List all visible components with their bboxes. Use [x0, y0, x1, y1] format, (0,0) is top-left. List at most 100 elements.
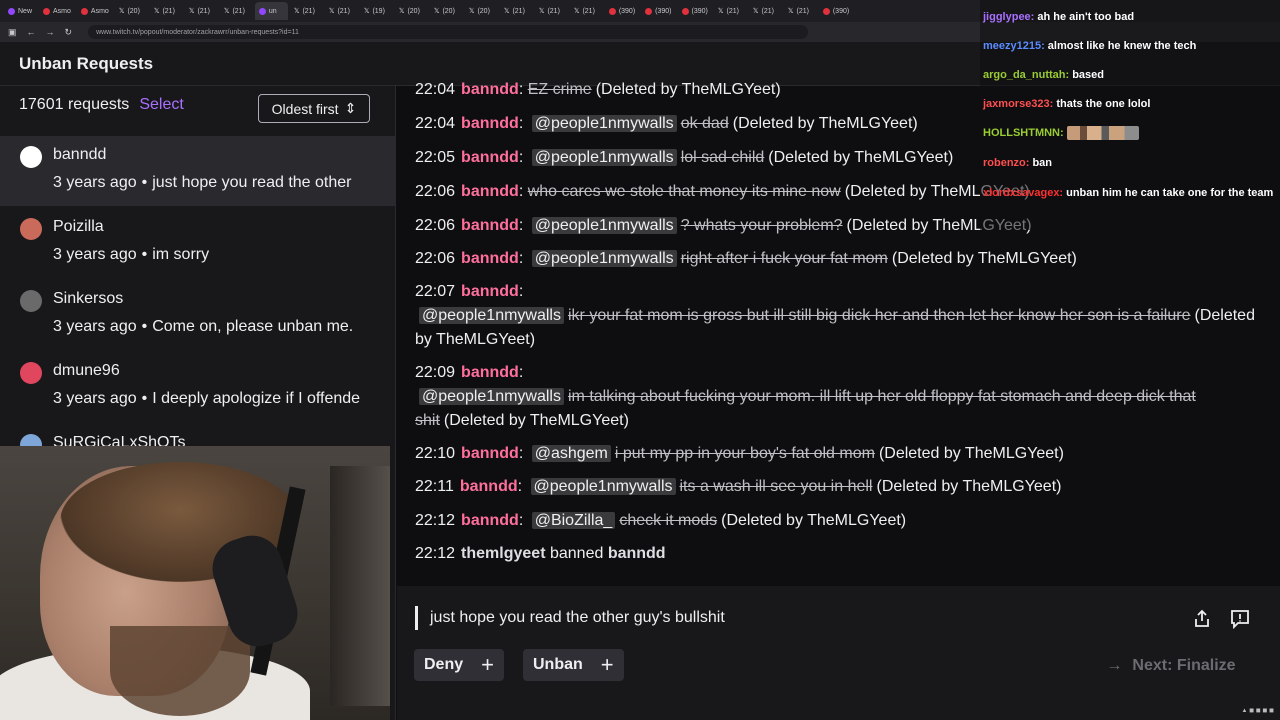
- request-list-item[interactable]: dmune96 3 years ago • I deeply apologize if…: [0, 352, 396, 422]
- browser-tab[interactable]: 𝕏 (20): [115, 2, 148, 20]
- twitch-icon: [258, 7, 266, 15]
- browser-tab[interactable]: 𝕏 (19): [360, 2, 393, 20]
- request-list-item[interactable]: Sinkersos 3 years ago • Come on, please unb…: [0, 280, 396, 350]
- ban-action: banned: [549, 545, 604, 562]
- deleted-by-note: (Deleted by TheMLGYeet): [443, 412, 629, 429]
- chat-line: 22:06 banndd: who cares we stole that mon…: [415, 180, 1030, 204]
- browser-tab[interactable]: 𝕏 (21): [714, 2, 747, 20]
- x-icon: 𝕏: [398, 8, 405, 15]
- ban-moderator[interactable]: themlgyeet: [461, 545, 545, 562]
- unban-button[interactable]: Unban +: [523, 649, 624, 681]
- chat-timestamp: 22:12: [415, 545, 456, 562]
- avatar: [20, 218, 42, 240]
- chat-username[interactable]: banndd: [461, 445, 519, 462]
- chat-username[interactable]: banndd: [461, 217, 519, 234]
- overlay-chat-text: based: [1072, 69, 1104, 81]
- browser-tab[interactable]: (390): [641, 2, 675, 20]
- request-list-item[interactable]: Poizilla 3 years ago • im sorry: [0, 208, 396, 278]
- sort-dropdown[interactable]: Oldest first ⇕: [258, 94, 370, 123]
- plus-icon: +: [481, 652, 494, 677]
- forward-icon[interactable]: →: [46, 27, 55, 37]
- tab-label: New: [18, 7, 33, 15]
- chat-mention[interactable]: @people1nmywalls: [419, 307, 564, 324]
- ban-target[interactable]: banndd: [608, 545, 666, 562]
- x-icon: 𝕏: [717, 8, 724, 15]
- browser-tab[interactable]: (390): [819, 2, 853, 20]
- browser-tab[interactable]: (390): [678, 2, 712, 20]
- browser-tab[interactable]: Asmo: [77, 2, 113, 20]
- chat-username[interactable]: banndd: [461, 183, 519, 200]
- browser-tab[interactable]: 𝕏 (21): [185, 2, 218, 20]
- browser-tab[interactable]: Asmo: [39, 2, 75, 20]
- tab-label: Asmo: [90, 7, 109, 15]
- youtube-icon: [608, 7, 616, 15]
- browser-tab[interactable]: 𝕏 (21): [784, 2, 817, 20]
- chat-timestamp: 22:06: [415, 217, 456, 234]
- chat-username[interactable]: banndd: [461, 250, 519, 267]
- share-icon[interactable]: [1191, 608, 1213, 630]
- browser-tab[interactable]: 𝕏 (21): [570, 2, 603, 20]
- overlay-chat-line: jaxmorse323: thats the one lolol: [983, 97, 1275, 112]
- chat-username[interactable]: banndd: [461, 283, 519, 300]
- x-icon: 𝕏: [118, 8, 125, 15]
- chat-mention[interactable]: @BioZilla_: [531, 512, 616, 529]
- overlay-chat-text: almost like he knew the tech: [1047, 40, 1197, 52]
- chat-username[interactable]: banndd: [461, 81, 519, 98]
- browser-tab[interactable]: 𝕏 (21): [500, 2, 533, 20]
- browser-tab[interactable]: 𝕏 (20): [395, 2, 428, 20]
- x-icon: 𝕏: [468, 8, 475, 15]
- browser-tab[interactable]: 𝕏 (21): [749, 2, 782, 20]
- deny-button[interactable]: Deny +: [414, 649, 504, 681]
- address-bar[interactable]: www.twitch.tv/popout/moderator/zackrawrr…: [88, 25, 809, 39]
- chat-mention[interactable]: @people1nmywalls: [531, 250, 677, 267]
- chat-colon: :: [518, 81, 528, 98]
- browser-tab[interactable]: 𝕏 (21): [535, 2, 568, 20]
- chat-username[interactable]: banndd: [461, 149, 519, 166]
- chat-mention[interactable]: @people1nmywalls: [531, 115, 677, 132]
- chat-mention[interactable]: @people1nmywalls: [531, 217, 677, 234]
- chat-username[interactable]: banndd: [461, 364, 519, 381]
- overlay-chat-username: jigglypee:: [983, 11, 1035, 23]
- sidebar-toggle-icon[interactable]: ▣: [8, 27, 17, 38]
- chat-username[interactable]: banndd: [461, 512, 519, 529]
- chat-username[interactable]: banndd: [461, 115, 519, 132]
- chat-colon: :: [518, 250, 528, 267]
- deleted-message-text: lol sad child: [680, 149, 765, 166]
- sort-label: Oldest first: [271, 100, 339, 117]
- reload-icon[interactable]: ↻: [65, 27, 73, 38]
- browser-tab[interactable]: New: [4, 2, 37, 20]
- deleted-by-note: (Deleted by TheMLGYeet): [595, 81, 781, 98]
- browser-tab[interactable]: 𝕏 (21): [325, 2, 358, 20]
- chat-mention[interactable]: @people1nmywalls: [530, 478, 676, 495]
- chat-mention[interactable]: @people1nmywalls: [419, 388, 564, 405]
- chat-timestamp: 22:04: [415, 115, 456, 132]
- report-icon[interactable]: [1229, 608, 1251, 630]
- plus-icon: +: [600, 652, 614, 677]
- x-icon: 𝕏: [223, 8, 230, 15]
- tab-label: Asmo: [53, 7, 71, 15]
- select-link[interactable]: Select: [139, 96, 183, 114]
- request-list-item[interactable]: banndd 3 years ago • just hope you read the…: [0, 136, 396, 206]
- overlay-chat-username: xlordxsavagex:: [983, 187, 1064, 199]
- browser-tab[interactable]: 𝕏 (20): [430, 2, 463, 20]
- back-icon[interactable]: ←: [27, 27, 36, 37]
- request-actions: just hope you read the other guy's bulls…: [397, 586, 1280, 720]
- request-age: 3 years ago: [53, 318, 137, 335]
- chat-mention[interactable]: @ashgem: [531, 445, 611, 462]
- browser-tab[interactable]: 𝕏 (21): [150, 2, 183, 20]
- browser-tab[interactable]: 𝕏 (20): [465, 2, 498, 20]
- browser-tab[interactable]: 𝕏 (21): [220, 2, 253, 20]
- tab-label: (390): [618, 7, 636, 15]
- browser-tab[interactable]: 𝕏 (21): [290, 2, 323, 20]
- chat-username[interactable]: banndd: [460, 478, 518, 495]
- next-finalize-button[interactable]: → Next: Finalize: [1087, 648, 1255, 684]
- arrow-right-icon: →: [1106, 657, 1123, 674]
- chat-line: 22:07 banndd: @people1nmywalls ikr your fa…: [415, 280, 1260, 352]
- separator-dot: •: [141, 390, 148, 407]
- overlay-chat-username: robenzo:: [983, 157, 1030, 169]
- twitch-icon: [8, 7, 15, 15]
- browser-tab[interactable]: un: [254, 2, 288, 20]
- chat-colon: :: [518, 183, 528, 200]
- browser-tab[interactable]: (390): [605, 2, 639, 20]
- chat-mention[interactable]: @people1nmywalls: [531, 149, 677, 166]
